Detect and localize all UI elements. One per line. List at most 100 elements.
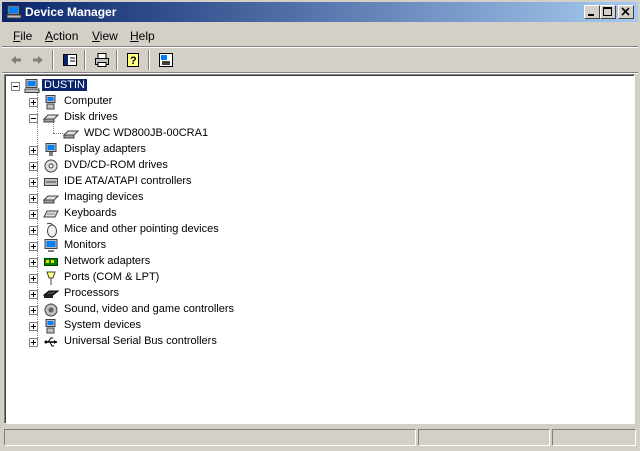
collapse-toggle[interactable] — [11, 82, 20, 91]
toolbar-separator — [148, 50, 150, 70]
tree-item-label: DVD/CD-ROM drives — [64, 159, 168, 171]
sound-icon — [44, 303, 58, 317]
tree-item-label: Imaging devices — [64, 191, 144, 203]
show-hide-tree-button[interactable] — [60, 50, 80, 70]
print-button[interactable] — [92, 50, 112, 70]
expand-toggle[interactable] — [29, 194, 38, 203]
status-bar — [2, 428, 638, 448]
tree-item-system-devices[interactable]: System devices — [5, 318, 405, 334]
processor-icon — [43, 290, 59, 298]
expand-toggle[interactable] — [29, 242, 38, 251]
toolbar-separator — [84, 50, 86, 70]
tree-item-dvd-cdrom[interactable]: DVD/CD-ROM drives — [5, 158, 405, 174]
forward-arrow-icon — [33, 56, 43, 64]
expand-toggle[interactable] — [29, 290, 38, 299]
tree-item-monitors[interactable]: Monitors — [5, 238, 405, 254]
close-button[interactable] — [618, 5, 634, 19]
tree-item-usb-controllers[interactable]: Universal Serial Bus controllers — [5, 334, 405, 350]
expand-toggle[interactable] — [29, 274, 38, 283]
window-title: Device Manager — [25, 5, 117, 19]
device-manager-app-icon — [6, 5, 22, 19]
tree-item-label: Processors — [64, 287, 120, 299]
menu-help[interactable]: Help — [130, 29, 155, 43]
status-pane-right — [552, 429, 636, 446]
print-icon — [95, 53, 109, 67]
toolbar: ? — [2, 48, 638, 72]
forward-button[interactable] — [28, 50, 48, 70]
computer-icon — [45, 95, 56, 110]
display-adapter-icon — [45, 143, 57, 156]
tree-item-label: IDE ATA/ATAPI controllers — [64, 175, 192, 187]
usb-icon — [44, 337, 57, 347]
tree-item-label: Network adapters — [64, 255, 151, 267]
expand-toggle[interactable] — [29, 178, 38, 187]
expand-toggle[interactable] — [29, 322, 38, 331]
maximize-icon — [603, 7, 612, 16]
disk-drive-icon — [63, 130, 79, 139]
monitor-icon — [44, 239, 58, 252]
expand-toggle[interactable] — [29, 338, 38, 347]
expand-toggle[interactable] — [29, 258, 38, 267]
tree-item-label: System devices — [64, 319, 142, 331]
title-bar[interactable]: Device Manager — [2, 2, 638, 22]
tree-item-wdc-disk[interactable]: WDC WD800JB-00CRA1 — [5, 126, 405, 142]
tree-root-label[interactable]: DUSTIN — [41, 78, 88, 92]
tree-item-display-adapters[interactable]: Display adapters — [5, 142, 405, 158]
tree-item-label: Keyboards — [64, 207, 117, 219]
collapse-toggle[interactable] — [29, 114, 38, 123]
expand-toggle[interactable] — [29, 98, 38, 107]
tree-item-label: Mice and other pointing devices — [64, 223, 219, 235]
toolbar-separator — [52, 50, 54, 70]
tree-item-ports[interactable]: Ports (COM & LPT) — [5, 270, 405, 286]
tree-item-ide-controllers[interactable]: IDE ATA/ATAPI controllers — [5, 174, 405, 190]
tree-root-row[interactable]: DUSTIN — [5, 78, 305, 94]
device-manager-window: Device Manager File Action View Help ? D… — [0, 0, 640, 451]
tree-item-computer[interactable]: Computer — [5, 94, 405, 110]
show-hide-tree-icon — [63, 54, 77, 66]
tree-item-label: Disk drives — [64, 111, 118, 123]
minimize-icon — [588, 14, 594, 16]
menu-action[interactable]: Action — [45, 29, 78, 43]
menu-file[interactable]: File — [13, 29, 32, 43]
computer-icon — [24, 79, 40, 93]
minimize-button[interactable] — [584, 5, 600, 19]
close-icon — [621, 7, 630, 16]
tree-item-disk-drives[interactable]: Disk drives — [5, 110, 405, 126]
help-button[interactable]: ? — [124, 50, 144, 70]
back-button[interactable] — [6, 50, 26, 70]
expand-toggle[interactable] — [29, 162, 38, 171]
tree-item-label: Monitors — [64, 239, 107, 251]
tree-item-network-adapters[interactable]: Network adapters — [5, 254, 405, 270]
menu-view[interactable]: View — [92, 29, 118, 43]
expand-toggle[interactable] — [29, 226, 38, 235]
ide-controller-icon — [44, 178, 58, 186]
cdrom-icon — [44, 159, 58, 173]
network-adapter-icon — [44, 258, 58, 266]
status-pane-main — [4, 429, 416, 446]
keyboard-icon — [43, 210, 59, 218]
device-tree[interactable]: DUSTIN Computer Disk drives WDC WD800JB-… — [4, 74, 635, 424]
tree-item-processors[interactable]: Processors — [5, 286, 405, 302]
expand-toggle[interactable] — [29, 306, 38, 315]
expand-toggle[interactable] — [29, 146, 38, 155]
maximize-button[interactable] — [600, 5, 616, 19]
status-pane-middle — [418, 429, 550, 446]
imaging-device-icon — [43, 195, 59, 204]
tree-item-imaging-devices[interactable]: Imaging devices — [5, 190, 405, 206]
properties-icon — [159, 53, 173, 67]
system-device-icon — [45, 319, 56, 334]
tree-item-label: Computer — [64, 95, 113, 107]
tree-item-mice[interactable]: Mice and other pointing devices — [5, 222, 405, 238]
disk-drive-icon — [43, 114, 59, 123]
tree-item-label: WDC WD800JB-00CRA1 — [84, 127, 209, 139]
expand-toggle[interactable] — [29, 210, 38, 219]
properties-button[interactable] — [156, 50, 176, 70]
tree-item-sound[interactable]: Sound, video and game controllers — [5, 302, 405, 318]
tree-item-label: Sound, video and game controllers — [64, 303, 234, 315]
tree-item-label: Universal Serial Bus controllers — [64, 335, 217, 347]
svg-text:?: ? — [130, 55, 137, 67]
back-arrow-icon — [11, 56, 21, 64]
tree-item-label: Ports (COM & LPT) — [64, 271, 160, 283]
tree-item-label: Display adapters — [64, 143, 146, 155]
tree-item-keyboards[interactable]: Keyboards — [5, 206, 405, 222]
